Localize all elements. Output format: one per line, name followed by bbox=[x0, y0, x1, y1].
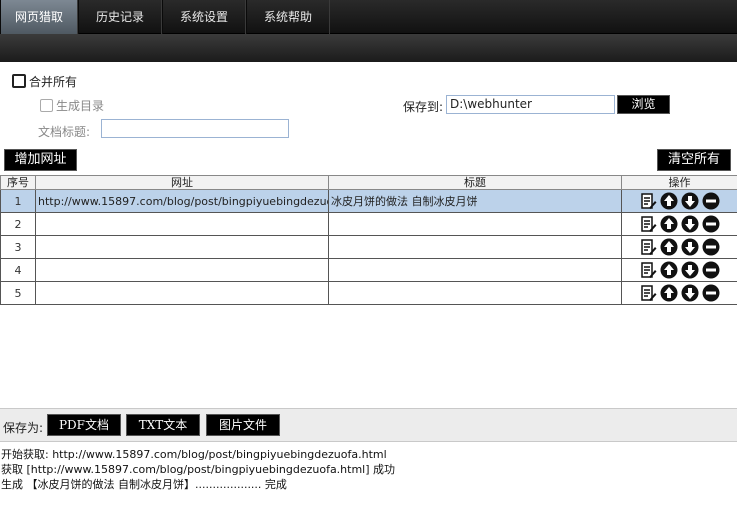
header-ops: 操作 bbox=[621, 175, 737, 190]
row-url[interactable] bbox=[35, 212, 329, 236]
header-title: 标题 bbox=[328, 175, 622, 190]
row-index: 1 bbox=[0, 189, 36, 213]
table-row[interactable]: 3 bbox=[0, 235, 737, 259]
table-row[interactable]: 2 bbox=[0, 212, 737, 236]
row-title[interactable] bbox=[328, 258, 622, 282]
clear-all-button[interactable]: 清空所有 bbox=[657, 149, 731, 171]
row-index: 5 bbox=[0, 281, 36, 305]
row-title[interactable] bbox=[328, 212, 622, 236]
row-title[interactable]: 冰皮月饼的做法 自制冰皮月饼 bbox=[328, 189, 622, 213]
row-url[interactable] bbox=[35, 281, 329, 305]
arrow-up-icon[interactable] bbox=[660, 215, 679, 234]
log-line: 开始获取: http://www.15897.com/blog/post/bin… bbox=[1, 448, 387, 461]
tab-web-capture[interactable]: 网页猎取 bbox=[0, 0, 78, 34]
remove-icon[interactable] bbox=[702, 192, 721, 211]
doc-title-input[interactable] bbox=[101, 119, 289, 138]
row-index: 2 bbox=[0, 212, 36, 236]
row-url[interactable] bbox=[35, 258, 329, 282]
arrow-down-icon[interactable] bbox=[681, 238, 700, 257]
log-line: 获取 [http://www.15897.com/blog/post/bingp… bbox=[1, 463, 396, 476]
edit-icon[interactable] bbox=[639, 284, 658, 303]
save-txt-button[interactable]: TXT文本 bbox=[126, 414, 200, 436]
save-image-button[interactable]: 图片文件 bbox=[206, 414, 280, 436]
save-to-label: 保存到: bbox=[403, 100, 444, 114]
row-title[interactable] bbox=[328, 235, 622, 259]
row-index: 4 bbox=[0, 258, 36, 282]
merge-all-option[interactable]: 合并所有 bbox=[12, 73, 77, 90]
row-ops bbox=[621, 212, 737, 236]
log-output: 开始获取: http://www.15897.com/blog/post/bin… bbox=[1, 447, 395, 492]
doc-title-label: 文档标题: bbox=[38, 125, 91, 139]
table-row[interactable]: 5 bbox=[0, 281, 737, 305]
tab-history[interactable]: 历史记录 bbox=[78, 0, 162, 34]
gen-toc-label: 生成目录 bbox=[56, 99, 105, 113]
row-ops bbox=[621, 281, 737, 305]
row-url[interactable] bbox=[35, 235, 329, 259]
browse-button[interactable]: 浏览 bbox=[617, 95, 670, 114]
merge-all-label: 合并所有 bbox=[29, 75, 78, 89]
row-index: 3 bbox=[0, 235, 36, 259]
arrow-up-icon[interactable] bbox=[660, 192, 679, 211]
save-as-bar: 保存为: PDF文档 TXT文本 图片文件 bbox=[0, 408, 737, 442]
row-url[interactable]: http://www.15897.com/blog/post/bingpiyue… bbox=[35, 189, 329, 213]
remove-icon[interactable] bbox=[702, 261, 721, 280]
table-empty-area bbox=[0, 307, 737, 408]
edit-icon[interactable] bbox=[639, 215, 658, 234]
arrow-down-icon[interactable] bbox=[681, 215, 700, 234]
table-row[interactable]: 1 http://www.15897.com/blog/post/bingpiyu… bbox=[0, 189, 737, 213]
save-as-label: 保存为: bbox=[3, 421, 44, 435]
arrow-up-icon[interactable] bbox=[660, 261, 679, 280]
row-ops bbox=[621, 235, 737, 259]
table-row[interactable]: 4 bbox=[0, 258, 737, 282]
tab-help[interactable]: 系统帮助 bbox=[246, 0, 330, 34]
gen-toc-option: 生成目录 bbox=[40, 97, 104, 114]
edit-icon[interactable] bbox=[639, 238, 658, 257]
row-ops bbox=[621, 189, 737, 213]
remove-icon[interactable] bbox=[702, 284, 721, 303]
arrow-up-icon[interactable] bbox=[660, 238, 679, 257]
merge-all-checkbox[interactable] bbox=[12, 74, 26, 88]
gen-toc-checkbox bbox=[40, 99, 53, 112]
log-line: 生成 【冰皮月饼的做法 自制冰皮月饼】................... 完… bbox=[1, 478, 287, 491]
remove-icon[interactable] bbox=[702, 215, 721, 234]
sub-toolbar bbox=[0, 34, 737, 62]
top-nav: 网页猎取 历史记录 系统设置 系统帮助 bbox=[0, 0, 737, 34]
row-ops bbox=[621, 258, 737, 282]
edit-icon[interactable] bbox=[639, 261, 658, 280]
url-table: 序号 网址 标题 操作 1 http://www.15897.com/blog/p… bbox=[0, 175, 737, 305]
arrow-down-icon[interactable] bbox=[681, 284, 700, 303]
save-pdf-button[interactable]: PDF文档 bbox=[47, 414, 121, 436]
edit-icon[interactable] bbox=[639, 192, 658, 211]
table-header-row: 序号 网址 标题 操作 bbox=[0, 175, 737, 190]
arrow-down-icon[interactable] bbox=[681, 192, 700, 211]
arrow-up-icon[interactable] bbox=[660, 284, 679, 303]
tab-settings[interactable]: 系统设置 bbox=[162, 0, 246, 34]
remove-icon[interactable] bbox=[702, 238, 721, 257]
header-index: 序号 bbox=[0, 175, 36, 190]
arrow-down-icon[interactable] bbox=[681, 261, 700, 280]
row-title[interactable] bbox=[328, 281, 622, 305]
header-url: 网址 bbox=[35, 175, 329, 190]
save-to-input[interactable]: D:\webhunter bbox=[446, 95, 615, 114]
add-url-button[interactable]: 增加网址 bbox=[4, 149, 77, 171]
